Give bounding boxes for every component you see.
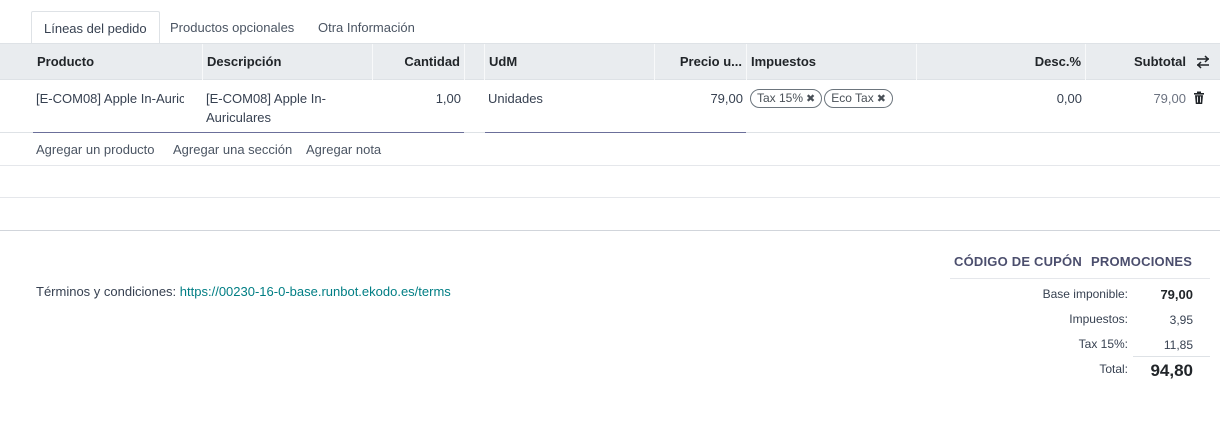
empty-row [0,166,1220,198]
trash-icon[interactable] [1193,91,1205,105]
description-line-1: [E-COM08] Apple In- [206,91,326,106]
add-note-link[interactable]: Agregar nota [306,133,381,166]
add-section-link[interactable]: Agregar una sección [173,133,292,166]
cell-price[interactable]: 79,00 [655,89,743,108]
total-label: Total: [1099,362,1128,376]
column-header-taxes[interactable]: Impuestos [747,44,917,80]
table-row[interactable]: [E-COM08] Apple In-Auric [E-COM08] Apple… [0,80,1220,133]
tab-other-info[interactable]: Otra Información [306,11,427,44]
taxes-value: 3,95 [1169,313,1193,327]
terms-and-conditions: Términos y condiciones: https://00230-16… [36,284,451,299]
terms-link[interactable]: https://00230-16-0-base.runbot.ekodo.es/… [180,284,451,299]
column-header-product[interactable]: Producto [33,44,203,80]
tax15-label: Tax 15%: [1078,337,1128,351]
tax-tag-label: Eco Tax [831,91,874,105]
cell-uom[interactable]: Unidades [488,89,648,108]
column-header-description[interactable]: Descripción [203,44,373,80]
column-header-quantity[interactable]: Cantidad [373,44,465,80]
cell-taxes[interactable]: Tax 15% ✖ Eco Tax ✖ [750,88,920,108]
cell-discount[interactable]: 0,00 [917,89,1082,108]
tax-tag: Tax 15% ✖ [750,89,823,108]
terms-label: Términos y condiciones: [36,284,177,299]
column-header-spacer [465,44,485,80]
column-header-uom[interactable]: UdM [485,44,655,80]
tab-optional-products[interactable]: Productos opcionales [158,11,306,44]
promotions-button[interactable]: PROMOCIONES [1091,254,1192,269]
cell-subtotal: 79,00 [1153,91,1186,106]
tax-tag-label: Tax 15% [757,91,804,105]
close-icon[interactable]: ✖ [877,93,886,105]
empty-row [0,198,1220,231]
tax15-value: 11,85 [1163,338,1193,352]
add-line-row: Agregar un producto Agregar una sección … [0,133,1220,166]
taxes-label: Impuestos: [1069,312,1128,326]
tab-order-lines[interactable]: Líneas del pedido [31,11,160,44]
coupon-code-button[interactable]: CÓDIGO DE CUPÓN [954,254,1082,269]
close-icon[interactable]: ✖ [806,93,815,105]
cell-product[interactable]: [E-COM08] Apple In-Auric [36,89,184,108]
table-header: Producto Descripción Cantidad UdM Precio… [0,44,1220,80]
tab-bar: Líneas del pedido Productos opcionales O… [0,11,1220,44]
sliders-icon[interactable] [1195,55,1211,69]
column-header-discount[interactable]: Desc.% [917,44,1086,80]
base-amount-value: 79,00 [1160,287,1193,302]
column-header-price[interactable]: Precio u... [655,44,747,80]
totals-divider [950,278,1210,279]
column-header-subtotal[interactable]: Subtotal [1086,44,1188,80]
cell-description[interactable]: [E-COM08] Apple In- Auriculares [206,89,366,127]
cell-quantity[interactable]: 1,00 [373,89,461,108]
tax-tag: Eco Tax ✖ [824,89,893,108]
total-divider [1133,356,1210,357]
base-amount-label: Base imponible: [1042,287,1128,301]
total-value: 94,80 [1150,361,1193,380]
add-product-link[interactable]: Agregar un producto [36,133,155,166]
description-line-2: Auriculares [206,110,272,125]
